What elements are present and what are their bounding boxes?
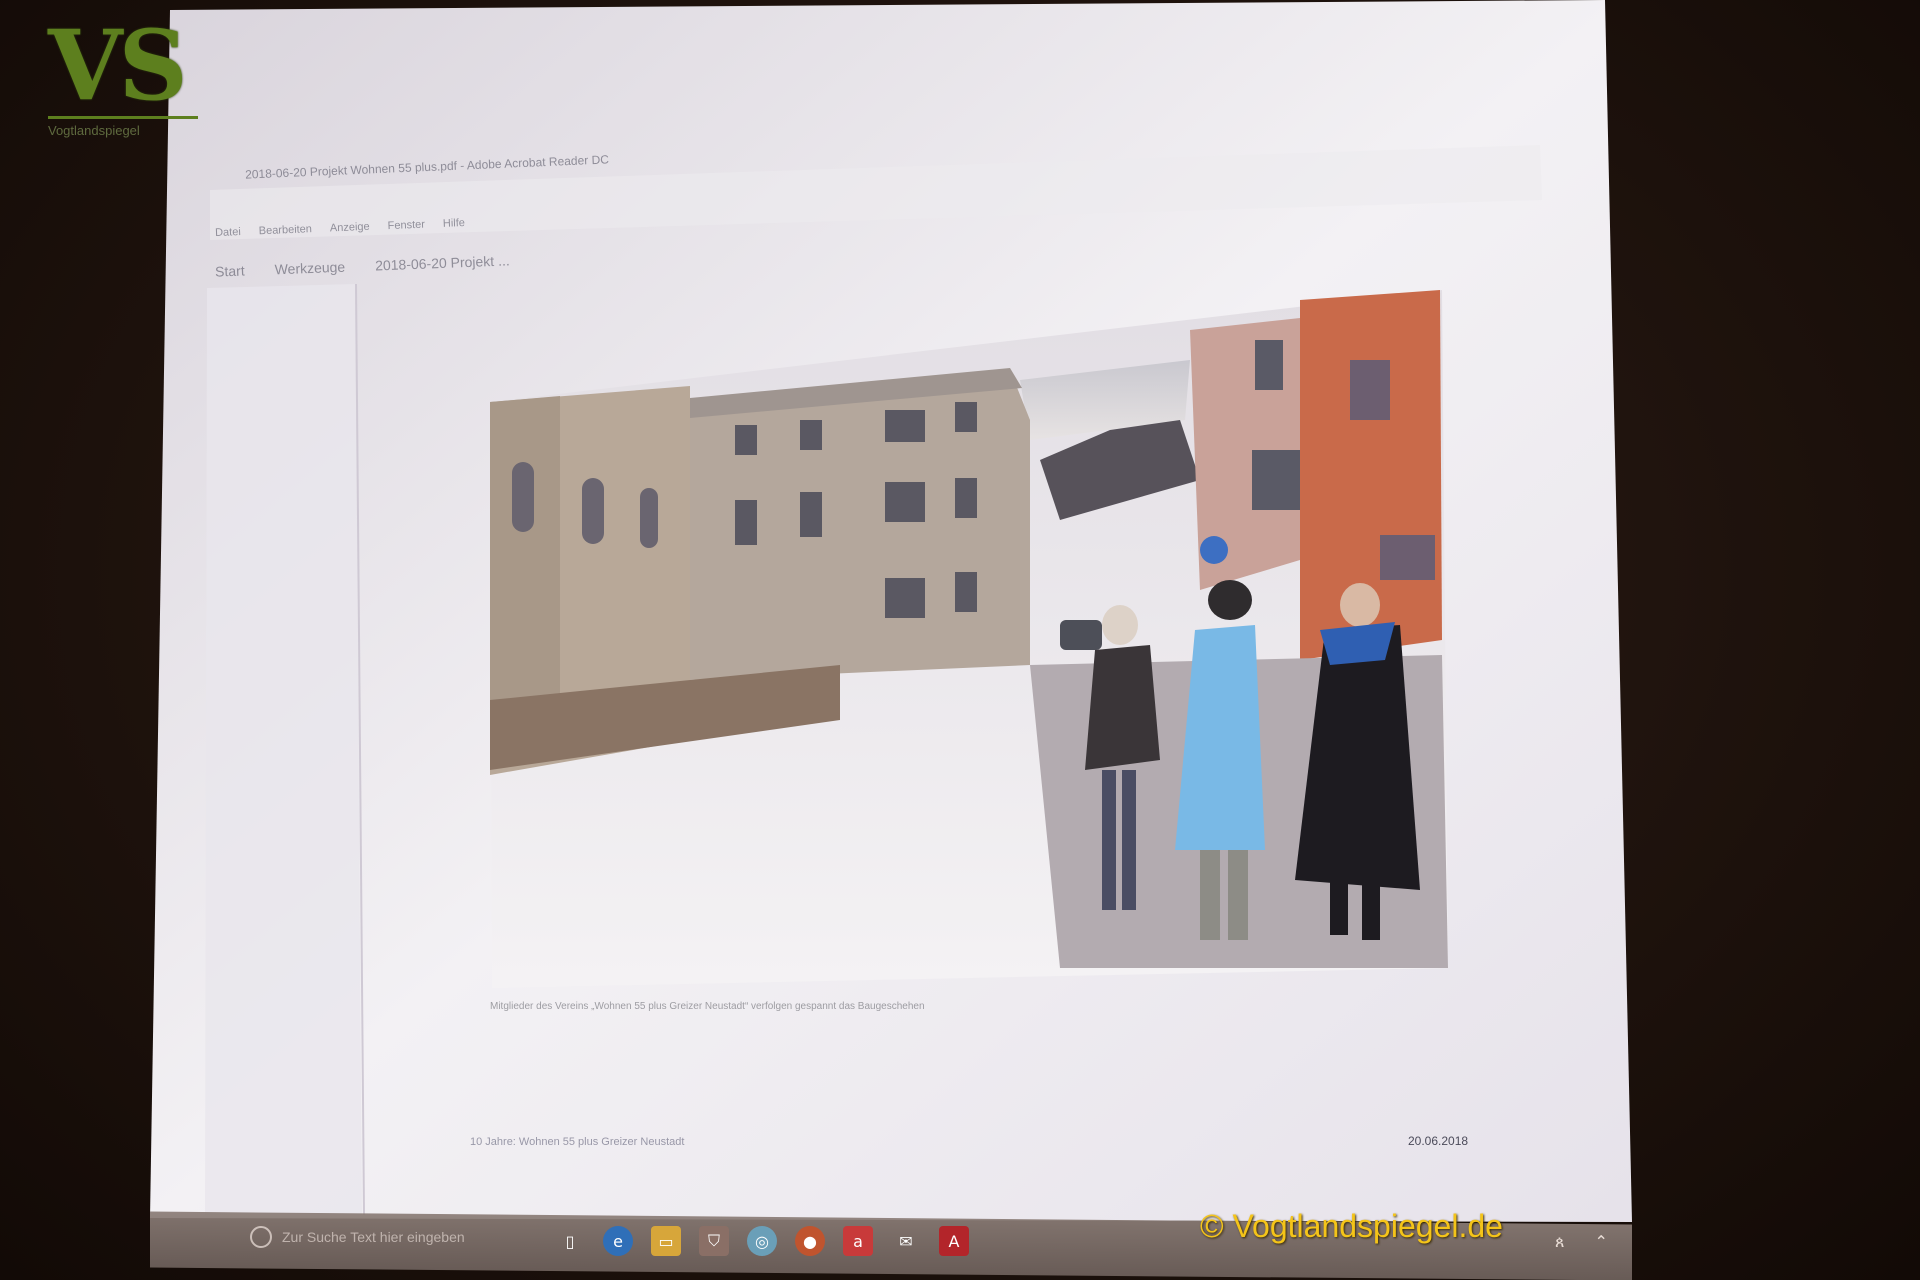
store-icon[interactable]: ⛉: [699, 1226, 729, 1256]
tab-tools[interactable]: Werkzeuge: [274, 259, 345, 278]
photo-caption: Mitglieder des Vereins „Wohnen 55 plus G…: [490, 1001, 925, 1012]
tab-start[interactable]: Start: [215, 263, 245, 280]
menu-item-file[interactable]: Datei: [215, 226, 241, 239]
file-explorer-icon[interactable]: ▭: [651, 1226, 681, 1256]
avira-icon[interactable]: a: [843, 1226, 873, 1256]
edge-icon[interactable]: e: [603, 1226, 633, 1256]
chevron-up-icon[interactable]: ⌃: [1595, 1232, 1608, 1252]
street-photo: [490, 290, 1448, 988]
menu-item-help[interactable]: Hilfe: [443, 217, 465, 230]
menu-item-edit[interactable]: Bearbeiten: [259, 223, 313, 237]
menu-item-window[interactable]: Fenster: [387, 219, 425, 232]
logo-subtitle: Vogtlandspiegel: [48, 123, 140, 138]
people-icon[interactable]: ጰ: [1555, 1232, 1565, 1252]
slide-footer-title: 10 Jahre: Wohnen 55 plus Greizer Neustad…: [470, 1136, 685, 1148]
acrobat-icon[interactable]: A: [939, 1226, 969, 1256]
search-placeholder: Zur Suche Text hier eingeben: [282, 1229, 465, 1245]
logo-mark: VS: [48, 9, 188, 122]
projection-screen: [150, 0, 1632, 1222]
system-tray: ጰ ⌃: [1555, 1232, 1608, 1252]
mail-icon[interactable]: ✉: [891, 1226, 921, 1256]
slide-footer-date: 20.06.2018: [1408, 1134, 1469, 1148]
cortana-icon[interactable]: [250, 1226, 272, 1248]
taskbar-search[interactable]: Zur Suche Text hier eingeben: [250, 1226, 465, 1248]
menu-item-view[interactable]: Anzeige: [330, 221, 370, 235]
task-view-icon[interactable]: ▯: [555, 1226, 585, 1256]
vs-logo: VS Vogtlandspiegel: [48, 18, 218, 138]
firefox-icon[interactable]: ●: [795, 1226, 825, 1256]
taskbar-icons: ▯ e ▭ ⛉ ◎ ● a ✉ A: [555, 1226, 969, 1256]
sidebar-panel: [205, 284, 362, 1215]
copyright-watermark: © Vogtlandspiegel.de: [1200, 1208, 1503, 1244]
app-icon[interactable]: ◎: [747, 1226, 777, 1256]
projected-slide: 2018-06-20 Projekt Wohnen 55 plus.pdf - …: [0, 0, 1920, 1280]
